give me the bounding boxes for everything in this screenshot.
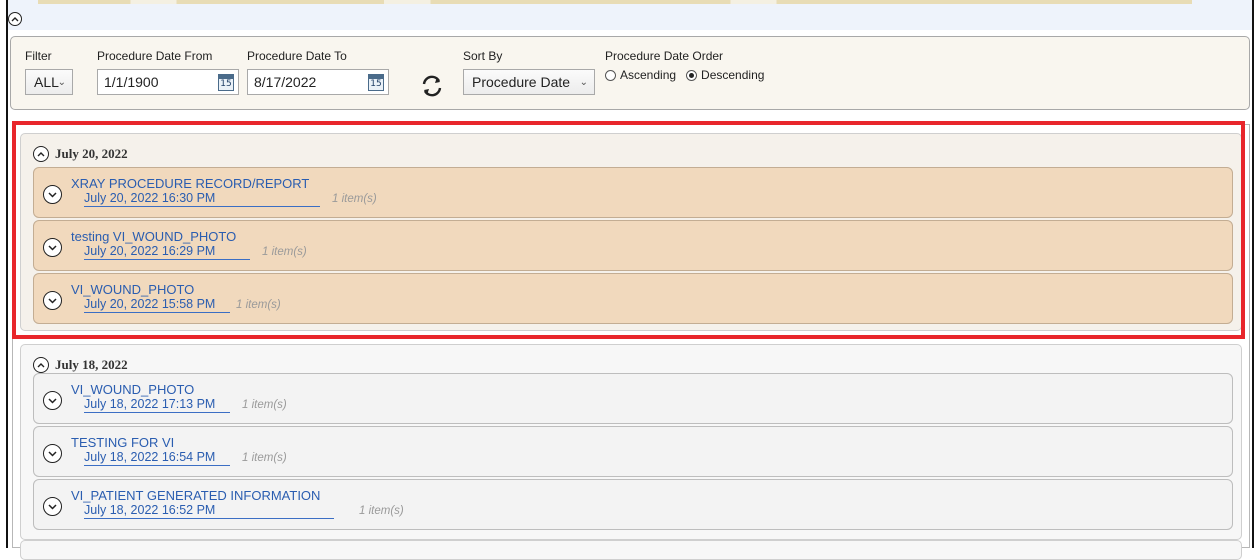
tab-strip-edge <box>38 0 1192 4</box>
item-count: 1 item(s) <box>359 505 404 517</box>
sort-by-label: Sort By <box>463 49 503 63</box>
document-title[interactable]: VI_PATIENT GENERATED INFORMATION <box>71 488 320 503</box>
document-title[interactable]: TESTING FOR VI <box>71 435 174 450</box>
chevron-down-icon[interactable] <box>43 444 62 463</box>
filter-label: Filter <box>25 49 52 63</box>
date-order-label: Procedure Date Order <box>605 49 724 63</box>
document-item[interactable]: VI_PATIENT GENERATED INFORMATION July 18… <box>33 479 1233 530</box>
document-item[interactable]: VI_WOUND_PHOTO July 18, 2022 17:13 PM 1 … <box>33 373 1233 424</box>
date-group: July 20, 2022 XRAY PROCEDURE RECORD/REPO… <box>20 133 1242 331</box>
date-group-header[interactable]: July 20, 2022 <box>33 146 128 162</box>
filter-dropdown[interactable]: ALL ⌄ <box>25 69 73 95</box>
ascending-label[interactable]: Ascending <box>620 68 676 82</box>
document-item[interactable]: testing VI_WOUND_PHOTO July 20, 2022 16:… <box>33 220 1233 271</box>
ascending-radio[interactable] <box>605 69 616 81</box>
sort-by-value: Procedure Date <box>472 74 571 90</box>
document-item[interactable]: VI_WOUND_PHOTO July 20, 2022 15:58 PM 1 … <box>33 273 1233 324</box>
refresh-icon[interactable] <box>419 73 445 99</box>
calendar-icon[interactable]: 15 <box>368 74 384 91</box>
sort-by-dropdown[interactable]: Procedure Date ⌄ <box>463 69 595 95</box>
document-datetime[interactable]: July 18, 2022 16:52 PM <box>84 503 334 519</box>
item-count: 1 item(s) <box>332 193 377 205</box>
date-group-title: July 18, 2022 <box>55 357 128 372</box>
date-group: July 18, 2022 VI_WOUND_PHOTO July 18, 20… <box>20 344 1242 540</box>
document-title[interactable]: testing VI_WOUND_PHOTO <box>71 229 236 244</box>
date-to-value: 8/17/2022 <box>254 74 317 90</box>
descending-radio[interactable] <box>686 69 698 81</box>
date-to-label: Procedure Date To <box>247 49 347 63</box>
collapse-panel-icon[interactable] <box>8 12 22 26</box>
document-item[interactable]: TESTING FOR VI July 18, 2022 16:54 PM 1 … <box>33 426 1233 477</box>
date-from-label: Procedure Date From <box>97 49 213 63</box>
item-count: 1 item(s) <box>236 299 281 311</box>
date-to-input[interactable]: 8/17/2022 15 <box>247 69 389 95</box>
date-group <box>20 540 1242 560</box>
chevron-down-icon[interactable] <box>43 238 62 257</box>
item-count: 1 item(s) <box>242 452 287 464</box>
date-from-value: 1/1/1900 <box>104 74 159 90</box>
chevron-down-icon[interactable] <box>43 497 62 516</box>
chevron-down-icon[interactable] <box>43 185 62 204</box>
document-datetime[interactable]: July 20, 2022 16:29 PM <box>84 244 250 260</box>
chevron-down-icon: ⌄ <box>57 76 66 88</box>
document-datetime[interactable]: July 20, 2022 16:30 PM <box>84 191 320 207</box>
document-title[interactable]: VI_WOUND_PHOTO <box>71 282 194 297</box>
top-strip <box>8 0 1252 30</box>
date-order-radio-group: Ascending Descending <box>605 68 764 82</box>
document-item[interactable]: XRAY PROCEDURE RECORD/REPORT July 20, 20… <box>33 167 1233 218</box>
document-datetime[interactable]: July 20, 2022 15:58 PM <box>84 297 230 313</box>
chevron-up-icon[interactable] <box>33 357 49 373</box>
date-group-header[interactable]: July 18, 2022 <box>33 357 128 373</box>
document-title[interactable]: XRAY PROCEDURE RECORD/REPORT <box>71 176 309 191</box>
calendar-icon[interactable]: 15 <box>218 74 234 91</box>
date-group-title: July 20, 2022 <box>55 146 128 161</box>
document-datetime[interactable]: July 18, 2022 17:13 PM <box>84 397 230 413</box>
document-datetime[interactable]: July 18, 2022 16:54 PM <box>84 450 230 466</box>
item-count: 1 item(s) <box>242 399 287 411</box>
document-title[interactable]: VI_WOUND_PHOTO <box>71 382 194 397</box>
chevron-up-icon[interactable] <box>33 146 49 162</box>
filter-value: ALL <box>34 74 59 90</box>
chevron-down-icon: ⌄ <box>579 76 588 88</box>
date-from-input[interactable]: 1/1/1900 15 <box>97 69 239 95</box>
descending-label[interactable]: Descending <box>701 68 764 82</box>
chevron-down-icon[interactable] <box>43 291 62 310</box>
item-count: 1 item(s) <box>262 246 307 258</box>
chevron-down-icon[interactable] <box>43 391 62 410</box>
filter-panel: Filter ALL ⌄ Procedure Date From 1/1/190… <box>10 36 1250 110</box>
